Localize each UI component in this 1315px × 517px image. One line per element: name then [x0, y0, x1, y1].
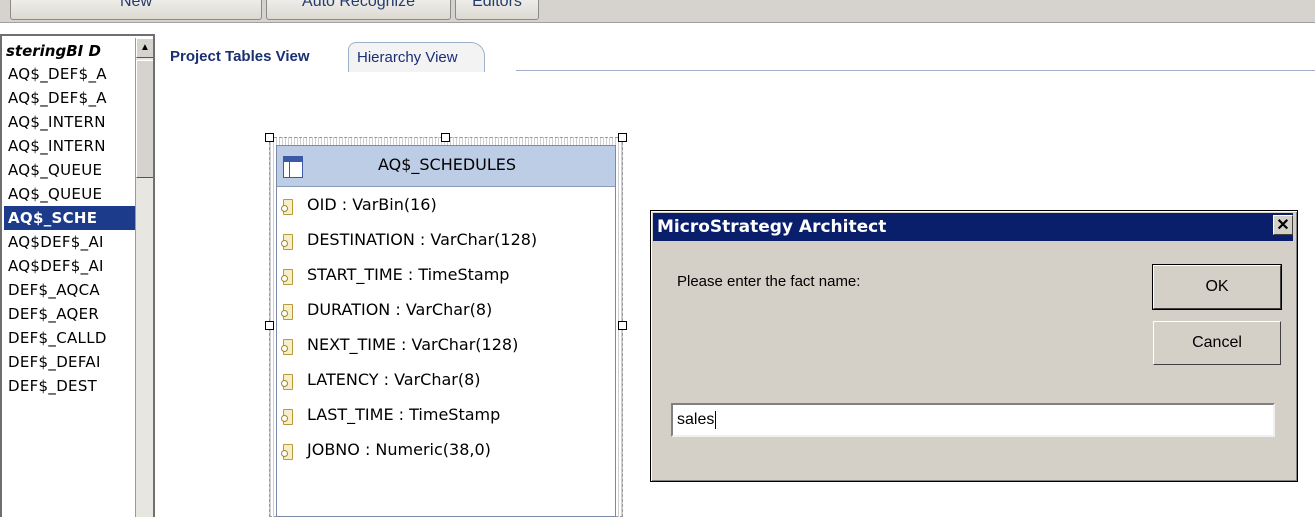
new-button[interactable]: New — [10, 0, 262, 20]
table-column-row[interactable]: JOBNO : Numeric(38,0) — [277, 432, 615, 467]
list-item[interactable]: AQ$_INTERN — [4, 110, 135, 134]
list-item[interactable]: AQ$_DEF$_A — [4, 62, 135, 86]
table-list: AQ$_DEF$_A AQ$_DEF$_A AQ$_INTERN AQ$_INTERN… — [4, 62, 135, 398]
column-label: NEXT_TIME : VarChar(128) — [307, 335, 519, 354]
column-label: START_TIME : TimeStamp — [307, 265, 510, 284]
table-column-row[interactable]: NEXT_TIME : VarChar(128) — [277, 327, 615, 362]
table-column-row[interactable]: LAST_TIME : TimeStamp — [277, 397, 615, 432]
column-key-icon — [281, 442, 295, 460]
column-label: DURATION : VarChar(8) — [307, 300, 493, 319]
list-header: steringBI D — [6, 42, 101, 60]
resize-handle[interactable] — [618, 133, 627, 142]
column-label: DESTINATION : VarChar(128) — [307, 230, 538, 249]
view-tabs: Project Tables View Hierarchy View — [162, 42, 1315, 72]
editors-button[interactable]: Editors — [455, 0, 539, 20]
table-column-row[interactable]: LATENCY : VarChar(8) — [277, 362, 615, 397]
list-item[interactable]: DEF$_AQER — [4, 302, 135, 326]
table-column-row[interactable]: OID : VarBin(16) — [277, 187, 615, 222]
column-label: JOBNO : Numeric(38,0) — [307, 440, 491, 459]
resize-handle[interactable] — [441, 133, 450, 142]
ok-button[interactable]: OK — [1152, 264, 1282, 310]
list-scrollbar[interactable]: ▲ — [135, 38, 153, 517]
dialog-title: MicroStrategy Architect — [657, 217, 887, 237]
list-item[interactable]: AQ$_SCHE — [4, 206, 135, 230]
toolbar: New Auto Recognize Editors — [0, 0, 1315, 23]
list-item[interactable]: AQ$DEF$_AI — [4, 254, 135, 278]
resize-handle[interactable] — [265, 133, 274, 142]
table-column-row[interactable]: DURATION : VarChar(8) — [277, 292, 615, 327]
column-label: LAST_TIME : TimeStamp — [307, 405, 501, 424]
column-label: OID : VarBin(16) — [307, 195, 437, 214]
table-column-row[interactable]: START_TIME : TimeStamp — [277, 257, 615, 292]
list-item[interactable]: DEF$_DEST — [4, 374, 135, 398]
auto-recognize-button[interactable]: Auto Recognize — [266, 0, 451, 20]
table-name: AQ$_SCHEDULES — [377, 155, 517, 174]
scroll-up-icon[interactable]: ▲ — [136, 38, 153, 58]
column-key-icon — [281, 302, 295, 320]
table-widget-aq-schedules[interactable]: AQ$_SCHEDULES OID : VarBin(16) DESTINATIO… — [276, 145, 616, 517]
table-column-row[interactable]: DESTINATION : VarChar(128) — [277, 222, 615, 257]
column-label: LATENCY : VarChar(8) — [307, 370, 481, 389]
list-item[interactable]: AQ$_INTERN — [4, 134, 135, 158]
scroll-thumb[interactable] — [136, 60, 153, 178]
dialog-prompt: Please enter the fact name: — [677, 273, 861, 290]
table-title-bar: AQ$_SCHEDULES — [277, 146, 615, 187]
close-icon[interactable]: ✕ — [1273, 215, 1293, 235]
column-key-icon — [281, 197, 295, 215]
list-item[interactable]: AQ$_QUEUE — [4, 182, 135, 206]
resize-handle[interactable] — [265, 321, 274, 330]
list-item[interactable]: DEF$_DEFAI — [4, 350, 135, 374]
column-key-icon — [281, 267, 295, 285]
column-key-icon — [281, 407, 295, 425]
tab-hierarchy-view[interactable]: Hierarchy View — [348, 42, 485, 72]
table-columns: OID : VarBin(16) DESTINATION : VarChar(12… — [277, 187, 615, 467]
list-item[interactable]: DEF$_CALLD — [4, 326, 135, 350]
tab-project-tables-view[interactable]: Project Tables View — [162, 42, 318, 72]
column-key-icon — [281, 372, 295, 390]
tables-list-panel: steringBI D AQ$_DEF$_A AQ$_DEF$_A AQ$_INTE… — [0, 34, 155, 517]
list-item[interactable]: AQ$DEF$_AI — [4, 230, 135, 254]
cancel-button[interactable]: Cancel — [1153, 321, 1281, 365]
fact-name-input[interactable]: sales — [671, 403, 1275, 437]
fact-name-value: sales — [677, 411, 715, 428]
text-caret — [715, 410, 717, 429]
list-item[interactable]: AQ$_DEF$_A — [4, 86, 135, 110]
column-key-icon — [281, 232, 295, 250]
list-item[interactable]: DEF$_AQCA — [4, 278, 135, 302]
dialog-title-bar[interactable]: MicroStrategy Architect — [653, 213, 1293, 241]
column-key-icon — [281, 337, 295, 355]
list-item[interactable]: AQ$_QUEUE — [4, 158, 135, 182]
tab-divider — [516, 70, 1315, 71]
fact-name-dialog: MicroStrategy Architect ✕ Please enter t… — [650, 210, 1298, 482]
resize-handle[interactable] — [618, 321, 627, 330]
